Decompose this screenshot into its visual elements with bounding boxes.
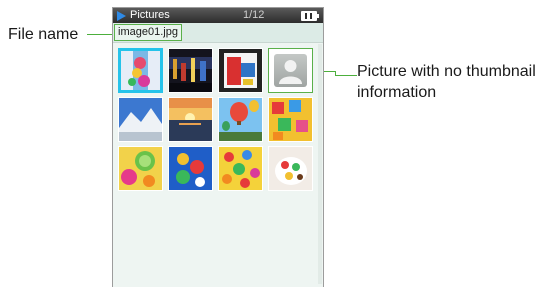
- scrollbar[interactable]: [318, 44, 322, 284]
- file-info-bar: image01.jpg: [113, 23, 323, 43]
- file-name-label: image01.jpg: [114, 24, 182, 41]
- thumbnail-2[interactable]: [168, 48, 213, 93]
- thumbnail-11[interactable]: [218, 146, 263, 191]
- thumbnail-3[interactable]: [218, 48, 263, 93]
- page-indicator: 1/12: [243, 9, 265, 21]
- thumbnail-12[interactable]: [268, 146, 313, 191]
- thumbnail-10[interactable]: [168, 146, 213, 191]
- file-name-leader-line: [87, 34, 114, 35]
- thumbnail-7[interactable]: [218, 97, 263, 142]
- thumbnail-6[interactable]: [168, 97, 213, 142]
- person-icon: [279, 60, 302, 84]
- no-thumbnail-annotation: Picture with no thumbnail information: [357, 63, 536, 101]
- app-title: Pictures: [130, 9, 170, 21]
- no-thumbnail-leader-h2: [335, 75, 357, 76]
- thumbnail-4-no-preview[interactable]: [268, 48, 313, 93]
- title-bar: Pictures 1/12: [113, 8, 323, 23]
- battery-icon: [301, 11, 319, 21]
- thumbnail-5[interactable]: [118, 97, 163, 142]
- thumbnail-1[interactable]: [118, 48, 163, 93]
- file-name-annotation: File name: [8, 26, 79, 43]
- placeholder-frame: [274, 54, 307, 87]
- thumbnail-9[interactable]: [118, 146, 163, 191]
- play-icon: [117, 11, 126, 21]
- thumbnail-8[interactable]: [268, 97, 313, 142]
- phone-screen: Pictures 1/12 image01.jpg: [112, 7, 324, 287]
